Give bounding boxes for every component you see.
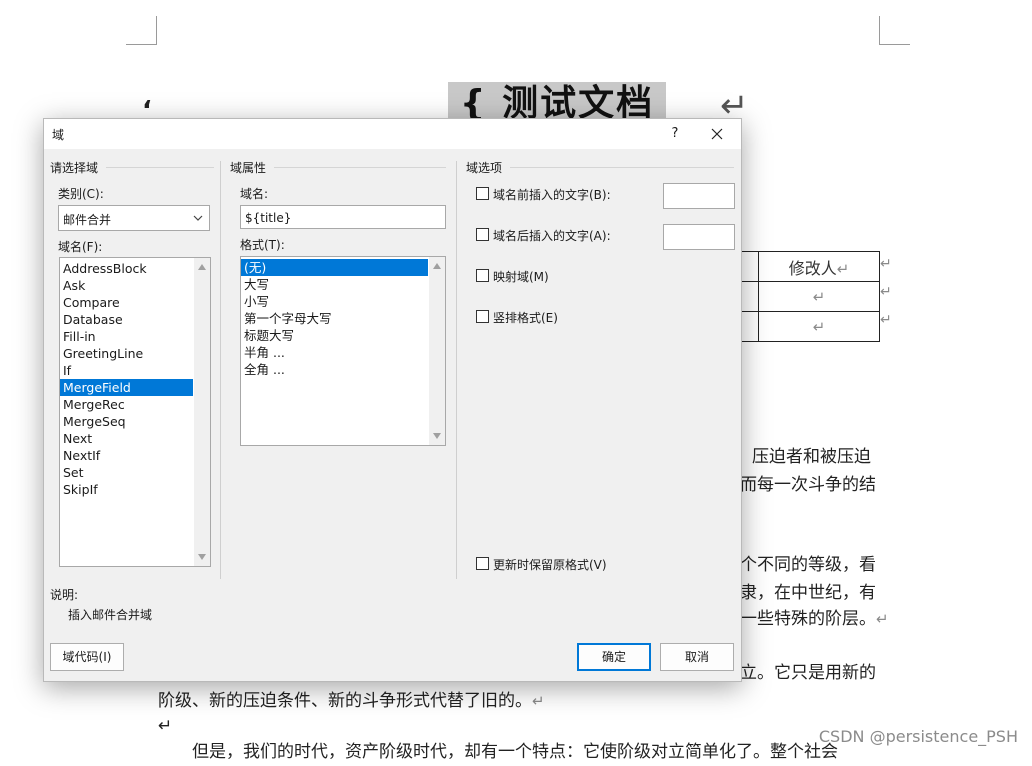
field-codes-button[interactable]: 域代码(I) — [50, 643, 124, 671]
close-icon — [711, 128, 723, 140]
field-name-item[interactable]: GreetingLine — [60, 345, 193, 362]
document-text[interactable]: 个不同的等级，看 — [740, 551, 876, 579]
return-mark-icon: ↵ — [880, 284, 892, 300]
table-cell[interactable] — [740, 281, 759, 312]
return-mark-icon: ↵ — [532, 692, 545, 710]
field-name-item[interactable]: AddressBlock — [60, 260, 193, 277]
description-text: 插入邮件合并域 — [68, 608, 153, 622]
document-text[interactable]: 但是，我们的时代，资产阶级时代，却有一个特点：它使阶级对立简单化了。整个社会 — [192, 738, 838, 766]
field-dialog: 域 ? 请选择域 类别(C): 邮件合并 域名(F): AddressBlock… — [43, 118, 742, 682]
document-text[interactable]: 压迫者和被压迫 — [752, 443, 871, 471]
scrollbar[interactable] — [194, 258, 210, 566]
field-name-item[interactable]: Next — [60, 430, 193, 447]
format-item[interactable]: 标题大写 — [241, 327, 428, 344]
table-header-cell[interactable]: 修改人↵ — [758, 251, 880, 282]
format-item[interactable]: 小写 — [241, 293, 428, 310]
table-cell[interactable] — [740, 251, 759, 282]
return-mark-icon: ↵ — [880, 256, 892, 272]
field-name-item[interactable]: Compare — [60, 294, 193, 311]
format-label: 格式(T): — [240, 238, 285, 252]
return-mark-icon: ↵ — [158, 716, 173, 736]
field-name-item[interactable]: Set — [60, 464, 193, 481]
checkbox-label: 竖排格式(E) — [493, 311, 558, 325]
group-divider — [106, 167, 214, 168]
watermark: CSDN @persistence_PSH — [818, 727, 1018, 746]
separator — [220, 161, 221, 579]
chevron-down-icon — [193, 215, 203, 221]
document-table: 修改人↵ ↵ ↵ — [740, 251, 880, 342]
return-mark-icon: ↵ — [836, 259, 850, 278]
return-mark-icon: ↵ — [876, 610, 889, 628]
table-cell[interactable]: ↵ — [758, 281, 880, 312]
return-mark-icon: ↵ — [812, 288, 826, 306]
group-field-properties-label: 域属性 — [230, 161, 267, 175]
checkbox-box[interactable] — [476, 557, 489, 570]
format-list[interactable]: (无) 大写 小写 第一个字母大写 标题大写 半角 ... 全角 ... — [240, 256, 446, 446]
group-divider — [510, 167, 734, 168]
field-name-item[interactable]: Ask — [60, 277, 193, 294]
document-text[interactable]: 而每一次斗争的结 — [740, 471, 876, 499]
field-name-item[interactable]: Fill-in — [60, 328, 193, 345]
field-name-item[interactable]: SkipIf — [60, 481, 193, 498]
field-name-item[interactable]: Database — [60, 311, 193, 328]
checkbox-box[interactable] — [476, 310, 489, 323]
field-name-item[interactable]: MergeSeq — [60, 413, 193, 430]
help-button[interactable]: ? — [660, 119, 690, 149]
field-names-label: 域名(F): — [58, 240, 103, 254]
scroll-down-icon[interactable] — [198, 554, 206, 560]
field-name-value: ${title} — [245, 211, 292, 225]
dialog-title: 域 — [52, 128, 65, 142]
checkbox-label: 更新时保留原格式(V) — [493, 558, 607, 572]
close-button[interactable] — [700, 119, 734, 149]
dialog-titlebar[interactable]: 域 ? — [44, 119, 741, 149]
field-name-item[interactable]: MergeRec — [60, 396, 193, 413]
category-select[interactable]: 邮件合并 — [58, 205, 210, 231]
field-name-label: 域名: — [240, 187, 269, 201]
separator — [456, 161, 457, 579]
group-field-options-label: 域选项 — [466, 161, 503, 175]
scroll-up-icon[interactable] — [198, 264, 206, 270]
ok-button[interactable]: 确定 — [577, 643, 651, 671]
format-item[interactable]: 全角 ... — [241, 361, 428, 378]
crop-mark-top-right — [879, 16, 910, 45]
scroll-up-icon[interactable] — [433, 263, 441, 269]
document-text[interactable]: 阶级、新的压迫条件、新的斗争形式代替了旧的。↵ — [158, 687, 545, 715]
checkbox-box[interactable] — [476, 228, 489, 241]
checkbox-box[interactable] — [476, 187, 489, 200]
description-label: 说明: — [50, 588, 79, 602]
format-item[interactable]: 半角 ... — [241, 344, 428, 361]
table-cell[interactable]: ↵ — [758, 311, 880, 342]
cancel-button[interactable]: 取消 — [660, 643, 734, 671]
group-divider — [274, 167, 446, 168]
return-mark-icon: ↵ — [812, 318, 826, 336]
checkbox-label: 映射域(M) — [493, 270, 549, 284]
crop-mark-top-left — [126, 16, 157, 45]
table-header-text: 修改人 — [788, 258, 837, 278]
field-name-item[interactable]: If — [60, 362, 193, 379]
field-name-input[interactable]: ${title} — [240, 205, 446, 229]
document-text[interactable]: 立。它只是用新的 — [740, 659, 876, 687]
category-value: 邮件合并 — [63, 213, 112, 227]
group-choose-field-label: 请选择域 — [50, 161, 99, 175]
field-names-list[interactable]: AddressBlock Ask Compare Database Fill-in Gre… — [59, 257, 211, 567]
format-item[interactable]: (无) — [241, 259, 428, 276]
checkbox-label: 域名后插入的文字(A): — [493, 229, 611, 243]
insert-before-input[interactable] — [663, 183, 735, 209]
checkbox-label: 域名前插入的文字(B): — [493, 188, 611, 202]
field-name-item[interactable]: MergeField — [60, 379, 193, 396]
scrollbar[interactable] — [429, 257, 445, 445]
format-item[interactable]: 大写 — [241, 276, 428, 293]
document-text[interactable]: 一些特殊的阶层。↵ — [740, 605, 889, 633]
scroll-down-icon[interactable] — [433, 433, 441, 439]
field-name-item[interactable]: NextIf — [60, 447, 193, 464]
return-mark-icon: ↵ — [880, 312, 892, 328]
format-item[interactable]: 第一个字母大写 — [241, 310, 428, 327]
table-cell[interactable] — [740, 311, 759, 342]
insert-after-input[interactable] — [663, 224, 735, 250]
document-text[interactable]: 隶，在中世纪，有 — [740, 579, 876, 607]
checkbox-box[interactable] — [476, 269, 489, 282]
category-label: 类别(C): — [58, 187, 104, 201]
